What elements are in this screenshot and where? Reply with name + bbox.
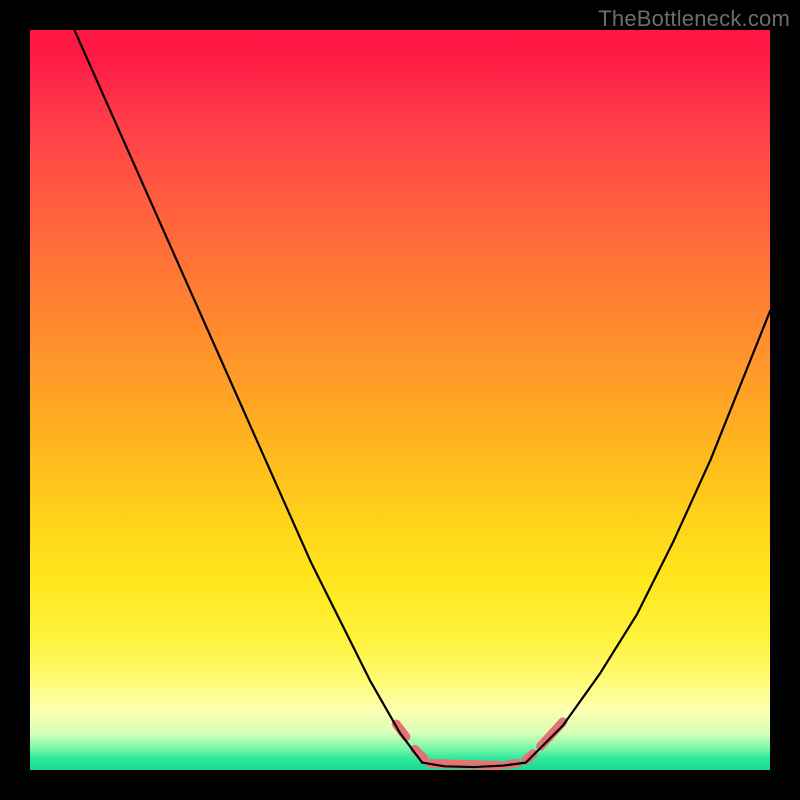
curve-right-arm xyxy=(526,311,770,762)
highlight-segment xyxy=(541,722,563,746)
curve-left-arm xyxy=(74,30,422,763)
plot-area xyxy=(30,30,770,770)
curve-layer xyxy=(30,30,770,770)
watermark-text: TheBottleneck.com xyxy=(598,6,790,32)
curve-series xyxy=(74,30,770,767)
highlight-markers xyxy=(396,722,563,766)
chart-frame: TheBottleneck.com xyxy=(0,0,800,800)
